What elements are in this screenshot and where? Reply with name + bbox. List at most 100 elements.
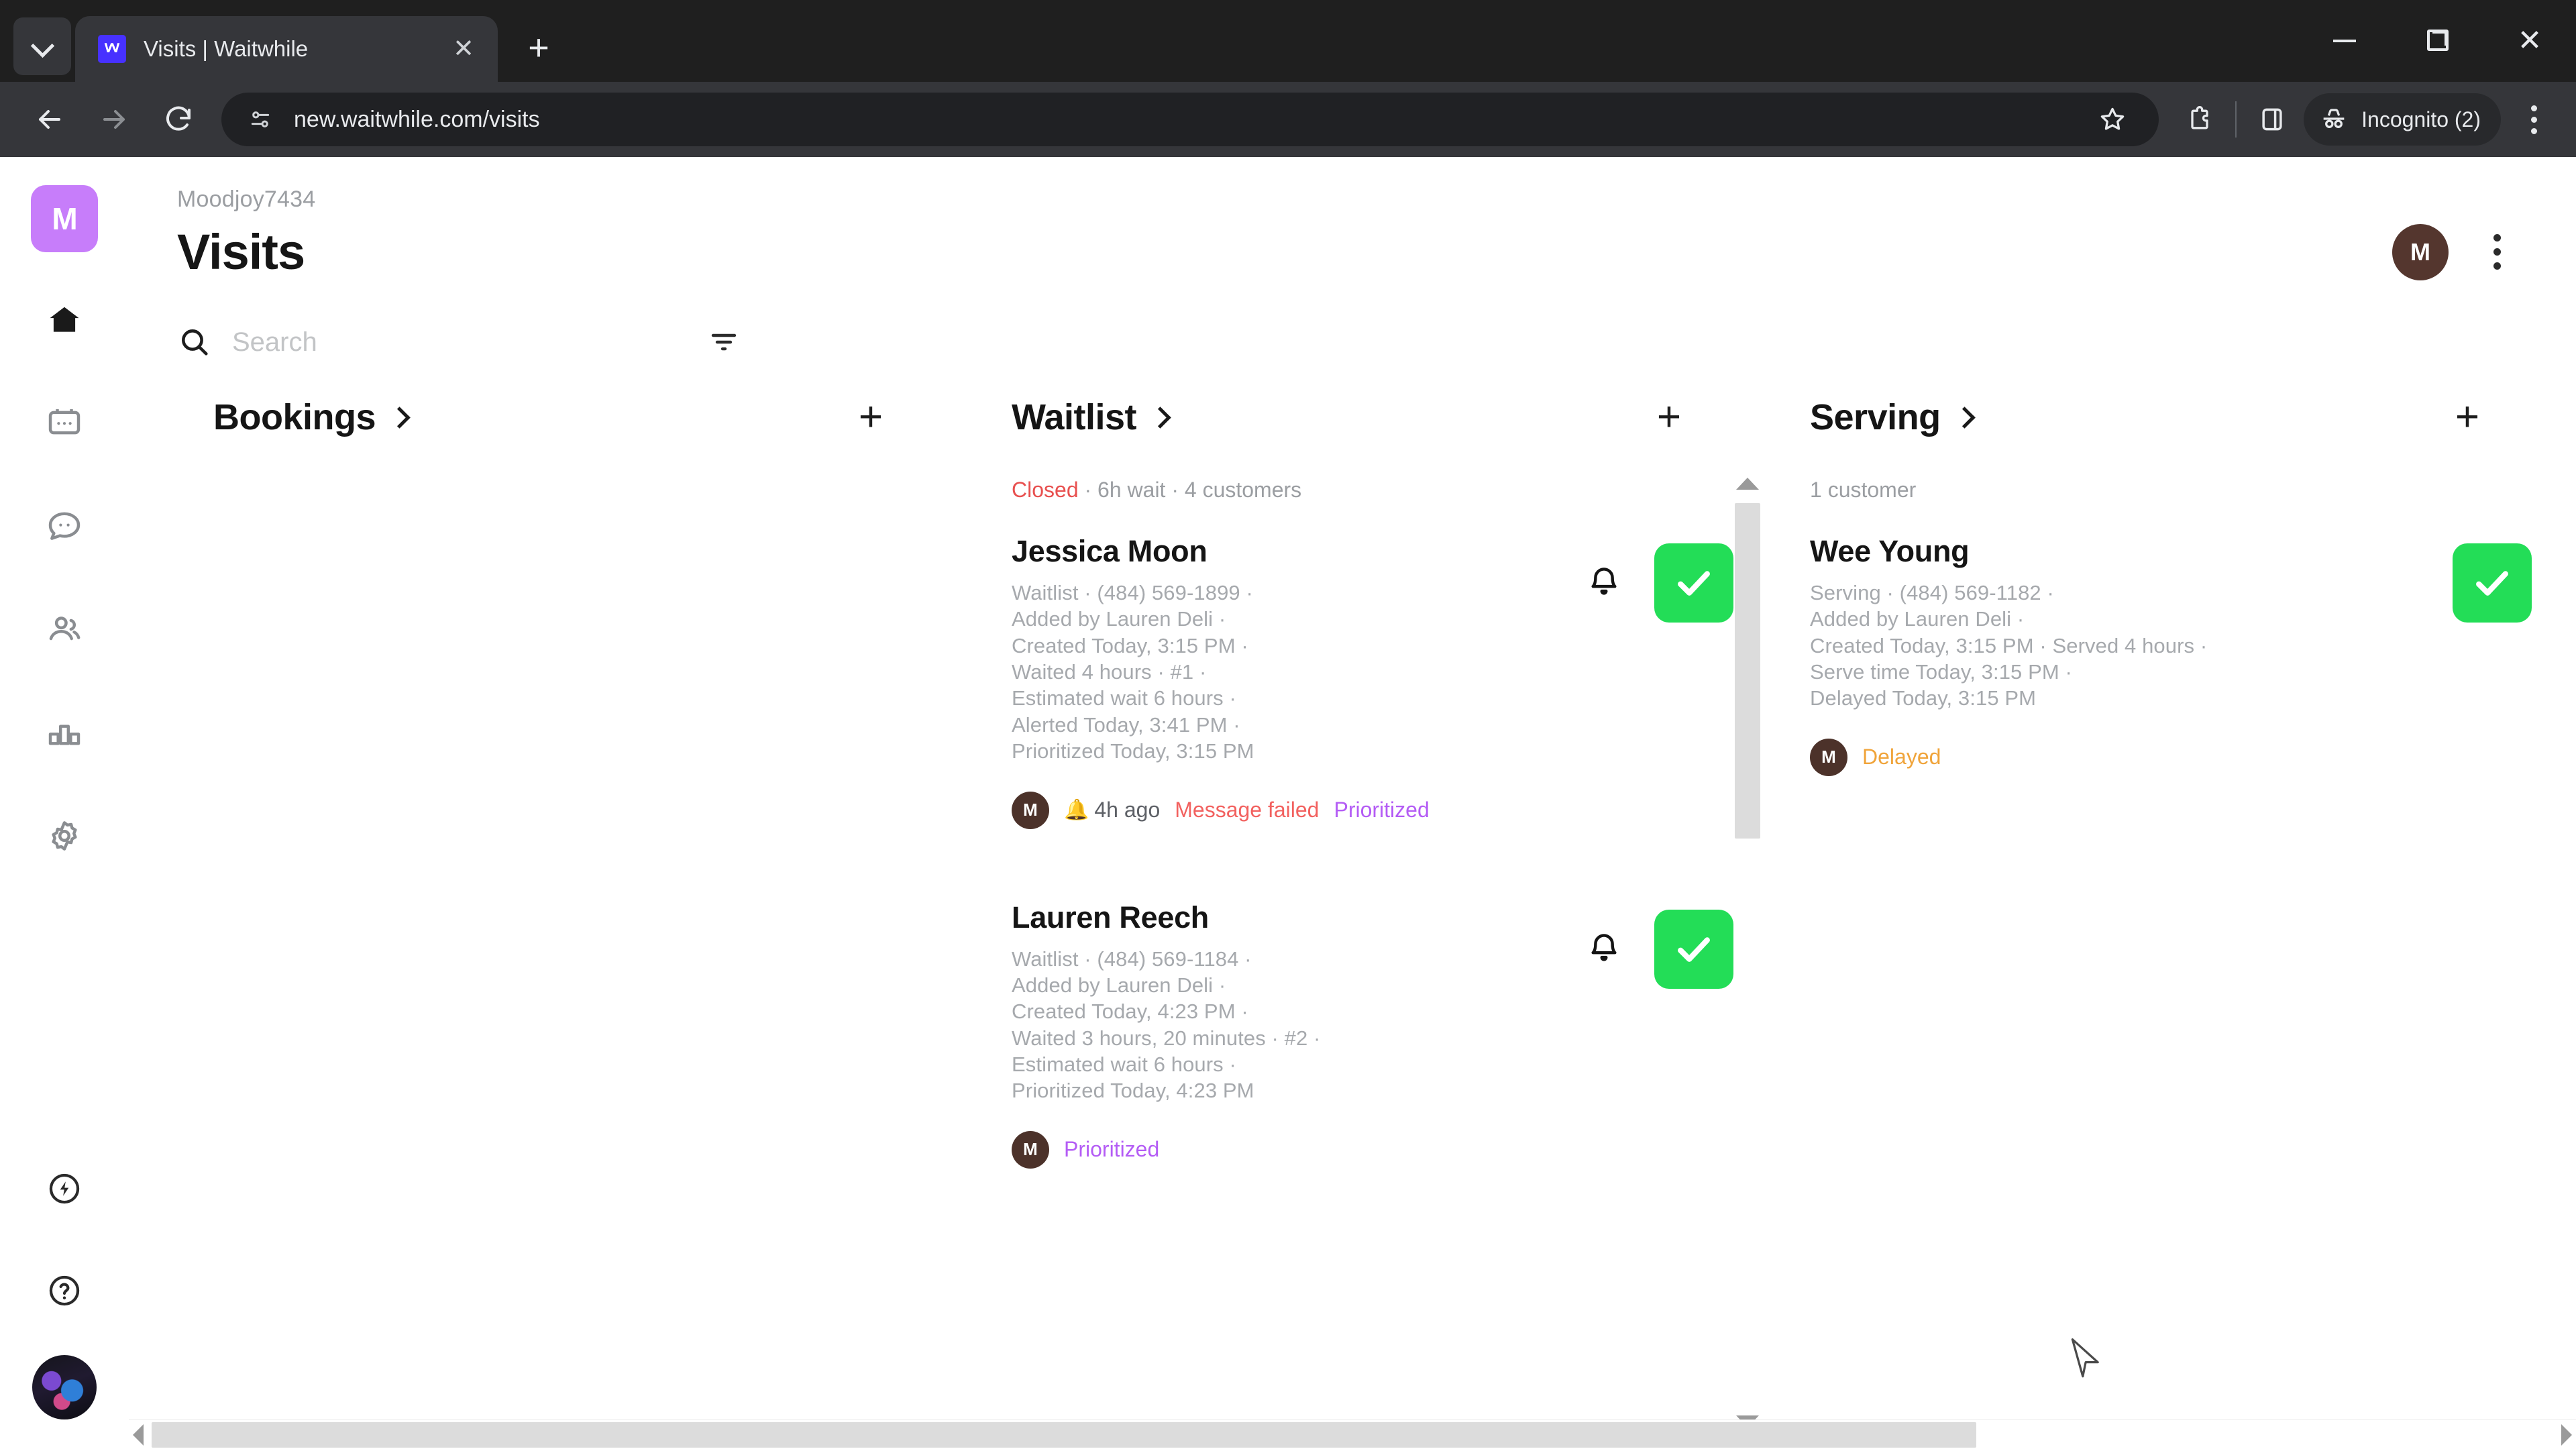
search-field-wrap (177, 325, 700, 360)
column-body-serving: Wee Young Serving · (484) 569-1182 · Add… (1774, 511, 2572, 776)
avatar-photo-icon[interactable] (32, 1355, 97, 1419)
close-window-button[interactable]: ✕ (2483, 0, 2576, 82)
bookmark-star-icon[interactable] (2086, 93, 2139, 146)
chat-bubble-icon (48, 512, 80, 540)
sidebar-item-messages[interactable] (27, 488, 102, 564)
column-bookings: Bookings + (177, 374, 975, 1449)
meta-line: Created Today, 3:15 PM · Served 4 hours … (1810, 633, 2208, 657)
column-title-serving[interactable]: Serving (1810, 396, 1973, 438)
meta-line: Serving · (484) 569-1182 · (1810, 581, 2054, 604)
column-title-bookings[interactable]: Bookings (213, 396, 408, 438)
page-menu-button[interactable] (2478, 225, 2516, 279)
minimize-button[interactable] (2298, 0, 2391, 82)
search-icon (182, 329, 208, 356)
maximize-button[interactable] (2391, 0, 2483, 82)
add-waitlist-button[interactable]: + (1645, 393, 1693, 441)
scroll-up-arrow-icon[interactable] (1736, 478, 1759, 490)
back-arrow-icon (39, 110, 60, 129)
add-serving-button[interactable]: + (2443, 393, 2491, 441)
reload-button[interactable] (146, 87, 211, 152)
calendar-icon (48, 409, 80, 435)
browser-tab[interactable]: Visits | Waitwhile ✕ (75, 16, 498, 82)
status-badge-time: 🔔 4h ago (1064, 798, 1160, 822)
check-icon (1678, 571, 1710, 596)
chevron-right-icon (1955, 409, 1973, 426)
lightning-bolt-icon (49, 1173, 80, 1204)
brand-logo[interactable]: M (31, 185, 98, 252)
customer-meta: Serving · (484) 569-1182 · Added by Laur… (1810, 580, 2453, 712)
visit-card[interactable]: Wee Young Serving · (484) 569-1182 · Add… (1810, 511, 2532, 776)
avatar[interactable]: M (2392, 223, 2449, 280)
visit-card[interactable]: Lauren Reech Waitlist · (484) 569-1184 ·… (1012, 829, 1733, 1169)
meta-line: Added by Lauren Deli · (1012, 973, 1226, 997)
status-badge: Closed (1012, 478, 1079, 502)
add-booking-button[interactable]: + (847, 393, 895, 441)
customer-name: Lauren Reech (1012, 900, 1209, 934)
filter-icon (711, 333, 737, 351)
badge-label: 4h ago (1094, 798, 1161, 822)
complete-visit-button[interactable] (2453, 543, 2532, 623)
visit-card-actions (2453, 534, 2532, 623)
main-content: Moodjoy7434 Visits M Search Bookings + W… (129, 157, 2576, 1449)
close-icon[interactable]: ✕ (445, 31, 482, 67)
forward-arrow-icon (103, 110, 125, 129)
back-button[interactable] (17, 87, 82, 152)
address-bar[interactable]: new.waitwhile.com/visits (221, 93, 2159, 146)
sidebar-item-home[interactable] (27, 282, 102, 357)
scrollbar-thumb[interactable] (152, 1422, 1976, 1448)
people-icon (49, 616, 80, 641)
page-settings-icon[interactable] (241, 101, 279, 138)
tab-search-button[interactable] (13, 17, 71, 75)
close-icon: ✕ (2517, 24, 2542, 57)
sidebar-item-customers[interactable] (27, 592, 102, 667)
notify-button[interactable] (1579, 924, 1629, 974)
page-title: Visits (177, 224, 305, 280)
incognito-hat-icon (2318, 104, 2349, 135)
browser-toolbar: new.waitwhile.com/visits Incognito (2) (0, 82, 2576, 157)
side-panel-icon[interactable] (2246, 93, 2298, 146)
column-title-waitlist[interactable]: Waitlist (1012, 396, 1169, 438)
sidebar-item-bookings[interactable] (27, 385, 102, 460)
extensions-puzzle-icon[interactable] (2174, 93, 2226, 146)
waitlist-vertical-scrollbar[interactable] (1733, 474, 1762, 1432)
scroll-right-arrow-icon[interactable] (2561, 1424, 2572, 1446)
status-badge-message-failed: Message failed (1175, 798, 1320, 822)
search-input[interactable] (232, 327, 635, 358)
chrome-menu-button[interactable] (2509, 91, 2559, 148)
scrollbar-thumb[interactable] (1735, 503, 1760, 839)
meta-line: Created Today, 4:23 PM · (1012, 1000, 1248, 1024)
scroll-left-arrow-icon[interactable] (133, 1424, 144, 1446)
tab-strip: Visits | Waitwhile ✕ + ✕ (0, 0, 2576, 82)
visit-card-actions (1579, 534, 1733, 623)
org-name: Moodjoy7434 (177, 186, 316, 212)
reload-icon (166, 106, 191, 131)
complete-visit-button[interactable] (1654, 543, 1733, 623)
sidebar-item-whats-new[interactable] (27, 1151, 102, 1226)
column-title-label: Waitlist (1012, 397, 1137, 437)
check-icon (1678, 936, 1710, 962)
status-badge-prioritized: Prioritized (1334, 798, 1430, 822)
bar-chart-icon (48, 724, 80, 745)
notify-button[interactable] (1579, 558, 1629, 608)
new-tab-button[interactable]: + (515, 24, 562, 71)
visit-card-main: Lauren Reech Waitlist · (484) 569-1184 ·… (1012, 900, 1579, 1169)
visit-card[interactable]: Jessica Moon Waitlist · (484) 569-1899 ·… (1012, 511, 1733, 829)
visit-card-main: Jessica Moon Waitlist · (484) 569-1899 ·… (1012, 534, 1579, 829)
sidebar-item-settings[interactable] (27, 798, 102, 873)
filter-button[interactable] (700, 319, 747, 366)
sidebar-item-analytics[interactable] (27, 695, 102, 770)
status-badge-prioritized: Prioritized (1064, 1137, 1160, 1162)
sidebar-item-help[interactable] (27, 1253, 102, 1328)
bell-emoji-icon: 🔔 (1064, 799, 1089, 822)
gear-icon (52, 821, 77, 851)
incognito-indicator[interactable]: Incognito (2) (2304, 93, 2501, 146)
column-header-serving: Serving + (1774, 374, 2572, 453)
column-subtitle-waitlist: Closed · 6h wait · 4 customers (975, 453, 1774, 511)
question-mark-icon (49, 1275, 80, 1306)
meta-line: Prioritized Today, 4:23 PM (1012, 1079, 1254, 1103)
column-serving: Serving + 1 customer Wee Young Serving ·… (1774, 374, 2572, 1449)
column-subtitle-serving: 1 customer (1810, 478, 1917, 502)
page-horizontal-scrollbar[interactable] (129, 1419, 2576, 1449)
forward-button[interactable] (82, 87, 146, 152)
complete-visit-button[interactable] (1654, 909, 1733, 989)
